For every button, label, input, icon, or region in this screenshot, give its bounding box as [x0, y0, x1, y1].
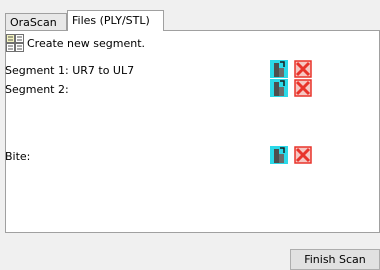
segment-1-label: Segment 1: UR7 to UL7: [5, 64, 135, 77]
files-panel: Create new segment. Segment 1: UR7 to UL…: [5, 30, 380, 233]
create-segment-row[interactable]: Create new segment.: [6, 34, 145, 52]
segment-grid-icon[interactable]: [6, 34, 24, 52]
tab-orascan[interactable]: OraScan: [5, 13, 67, 30]
delete-x-icon[interactable]: [294, 60, 312, 78]
scan-tooth-icon[interactable]: [270, 60, 288, 78]
bite-actions: [270, 146, 312, 164]
scan-tooth-icon[interactable]: [270, 79, 288, 97]
delete-x-icon[interactable]: [294, 79, 312, 97]
bite-label: Bite:: [5, 150, 31, 163]
scan-tooth-icon[interactable]: [270, 146, 288, 164]
tab-files-ply-stl[interactable]: Files (PLY/STL): [67, 10, 164, 31]
create-segment-label[interactable]: Create new segment.: [27, 37, 145, 50]
segment-2-label: Segment 2:: [5, 83, 69, 96]
delete-x-icon[interactable]: [294, 146, 312, 164]
finish-scan-button[interactable]: Finish Scan: [290, 249, 380, 270]
segment-1-actions: [270, 60, 312, 78]
segment-2-actions: [270, 79, 312, 97]
